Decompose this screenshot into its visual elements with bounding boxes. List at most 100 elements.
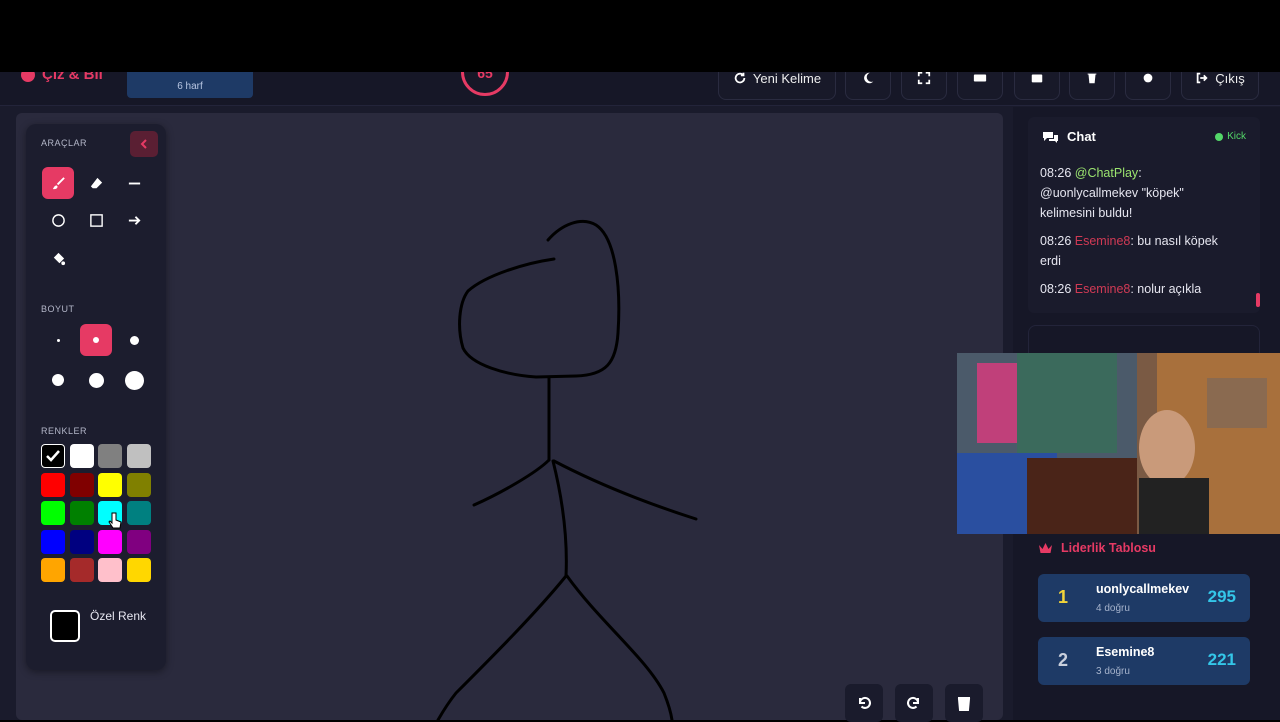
color-swatch[interactable] <box>126 472 151 497</box>
collapse-panel-button[interactable] <box>130 131 158 157</box>
color-swatch[interactable] <box>98 444 122 468</box>
player-score: 295 <box>1207 587 1236 606</box>
color-swatch[interactable] <box>98 558 122 582</box>
chat-message: 08:26 @ChatPlay: @uonlycallmekev "köpek"… <box>1040 163 1240 223</box>
trash-icon <box>957 697 971 711</box>
size-option-3[interactable] <box>118 324 150 356</box>
exit-label: Çıkış <box>1215 70 1245 86</box>
color-swatch[interactable] <box>126 444 151 468</box>
circle-icon <box>51 213 65 227</box>
fill-tool[interactable] <box>42 242 74 274</box>
message-text: : nolur açıkla <box>1130 282 1202 296</box>
undo-button[interactable] <box>845 684 883 722</box>
color-swatch[interactable] <box>41 529 65 554</box>
size-dot <box>56 338 60 342</box>
clear-canvas-button[interactable] <box>945 684 983 722</box>
chat-panel: Chat Kick 08:26 @ChatPlay: @uonlycallmek… <box>1028 117 1260 313</box>
leaderboard-header: Liderlik Tablosu <box>1038 541 1156 555</box>
color-swatch[interactable] <box>41 558 65 582</box>
size-option-4[interactable] <box>42 364 74 396</box>
color-swatch[interactable] <box>69 444 94 468</box>
platform-label: Kick <box>1227 131 1246 142</box>
size-option-1[interactable] <box>42 324 74 356</box>
undo-icon <box>858 696 871 709</box>
message-user: Esemine8 <box>1074 234 1131 248</box>
size-dot <box>52 374 64 386</box>
size-option-5[interactable] <box>80 364 112 396</box>
color-swatch[interactable] <box>69 472 94 497</box>
eraser-icon <box>90 177 102 188</box>
arrow-tool[interactable] <box>118 204 150 236</box>
player-correct-count: 4 doğru <box>1096 603 1130 614</box>
message-user: @ChatPlay <box>1074 166 1139 180</box>
message-time: 08:26 <box>1040 282 1072 296</box>
video-letterbox <box>0 0 1280 72</box>
redo-button[interactable] <box>895 684 933 722</box>
keyboard-icon <box>973 74 987 82</box>
chat-title: Chat <box>1067 129 1096 144</box>
size-option-6[interactable] <box>118 364 150 396</box>
platform-status: Kick <box>1215 131 1246 142</box>
color-swatch[interactable] <box>41 444 65 468</box>
color-swatch[interactable] <box>98 529 122 554</box>
brush-tool[interactable] <box>42 167 74 199</box>
word-hint: 6 harf <box>177 81 203 92</box>
size-dot <box>93 337 99 343</box>
color-swatch[interactable] <box>41 472 65 497</box>
webcam-overlay <box>957 353 1280 534</box>
color-swatch[interactable] <box>41 501 65 525</box>
new-word-label: Yeni Kelime <box>752 70 822 86</box>
leaderboard-row: 1 uonlycallmekev 4 doğru 295 <box>1038 574 1250 622</box>
trash-icon <box>1087 73 1097 84</box>
color-swatch[interactable] <box>69 501 94 525</box>
custom-color-button[interactable] <box>50 610 80 642</box>
tools-panel: ARAÇLAR BOYUT RENKLER Özel Renk <box>26 124 166 670</box>
player-correct-count: 3 doğru <box>1096 666 1130 677</box>
message-time: 08:26 <box>1040 166 1072 180</box>
crown-icon <box>1039 542 1052 553</box>
custom-color-label: Özel Renk <box>90 609 147 623</box>
arrow-right-icon <box>128 215 141 225</box>
color-swatch[interactable] <box>69 529 94 554</box>
color-swatch[interactable] <box>126 501 151 525</box>
leaderboard-row: 2 Esemine8 3 doğru 221 <box>1038 637 1250 685</box>
live-dot-icon <box>1215 132 1224 141</box>
size-dot <box>129 335 139 345</box>
line-tool[interactable] <box>118 167 150 199</box>
size-option-2[interactable] <box>80 324 112 356</box>
chevron-left-icon <box>140 139 147 149</box>
chat-scrollbar[interactable] <box>1256 293 1260 307</box>
chat-input[interactable] <box>1028 325 1260 355</box>
color-swatch[interactable] <box>69 558 94 582</box>
brush-icon <box>52 176 65 189</box>
expand-icon <box>917 71 931 85</box>
rectangle-tool[interactable] <box>80 204 112 236</box>
chat-message: 08:26 Esemine8: bu nasıl köpek erdi <box>1040 231 1240 271</box>
eraser-tool[interactable] <box>80 167 112 199</box>
player-score: 221 <box>1207 650 1236 669</box>
webcam-image <box>957 353 1280 534</box>
message-time: 08:26 <box>1040 234 1072 248</box>
chat-messages: 08:26 @ChatPlay: @uonlycallmekev "köpek"… <box>1040 163 1240 307</box>
player-name: Esemine8 <box>1096 645 1155 659</box>
colors-title: RENKLER <box>41 426 88 436</box>
comments-icon <box>1043 131 1058 143</box>
envelope-icon <box>1031 74 1043 83</box>
player-rank: 2 <box>1058 650 1069 670</box>
moon-icon <box>864 72 874 84</box>
chat-message: 08:26 Esemine8: nolur açıkla <box>1040 279 1240 299</box>
refresh-icon <box>734 72 746 84</box>
color-swatch[interactable] <box>98 472 122 497</box>
chat-header: Chat <box>1042 129 1096 144</box>
size-title: BOYUT <box>41 304 75 314</box>
square-icon <box>89 213 103 227</box>
player-name: uonlycallmekev <box>1096 582 1190 596</box>
app: Çiz & Bil 6 harf 65 Yeni Kelime Çıkış AR… <box>0 0 1280 722</box>
check-icon <box>46 450 60 462</box>
color-swatch[interactable] <box>126 558 151 582</box>
circle-tool[interactable] <box>42 204 74 236</box>
gear-icon <box>1143 73 1153 83</box>
paint-bucket-icon <box>53 252 65 265</box>
line-icon <box>128 182 140 184</box>
color-swatch[interactable] <box>126 529 151 554</box>
